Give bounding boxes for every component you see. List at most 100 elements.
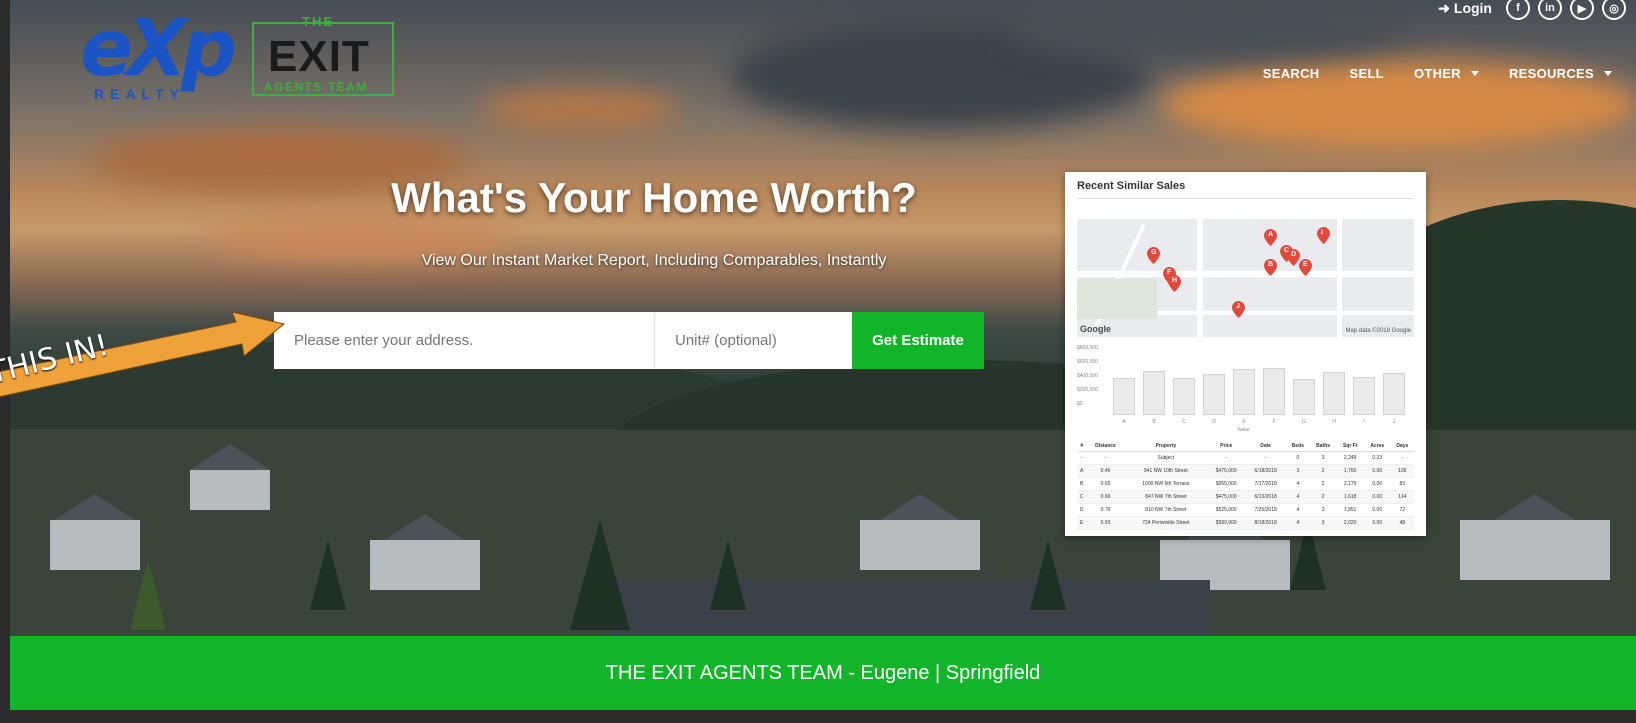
map-pin-label: E <box>1303 261 1308 268</box>
table-cell: 4 <box>1285 503 1310 517</box>
table-cell: - <box>1077 451 1087 465</box>
x-tick: F <box>1272 419 1276 425</box>
map-road <box>1337 219 1342 337</box>
exit-agents-team-logo[interactable]: THE EXIT AGENTS TEAM <box>252 14 394 96</box>
x-tick: I <box>1363 419 1365 425</box>
table-cell: 2,179 <box>1336 477 1364 491</box>
table-cell: - <box>1390 451 1414 465</box>
table-cell: 847 NW 7th Street <box>1124 490 1208 504</box>
map-road <box>1197 219 1203 337</box>
map-pin-label: C <box>1284 247 1290 254</box>
login-link[interactable]: ➜ Login <box>1438 0 1492 17</box>
table-cell: 2 <box>1309 464 1337 478</box>
table-cell: 3 <box>1309 451 1337 465</box>
x-tick: B <box>1152 419 1156 425</box>
x-tick: C <box>1182 419 1186 425</box>
nav-resources[interactable]: RESOURCES <box>1509 66 1612 81</box>
comparables-table: # Distance Property Price Date Beds Bath… <box>1077 441 1414 530</box>
chart-bar <box>1383 373 1405 415</box>
table-row: C 0.69 847 NW 7th Street $475,000 6/13/2018 4… <box>1077 490 1414 504</box>
nav-search[interactable]: SEARCH <box>1263 66 1320 81</box>
address-input[interactable] <box>274 312 654 369</box>
table-cell: 6/13/2018 <box>1245 490 1286 504</box>
house-roof <box>190 444 270 470</box>
table-cell: 0.76 <box>1086 503 1125 517</box>
col-header: Price <box>1207 441 1246 452</box>
table-cell: 810 NW 7th Street <box>1124 503 1208 517</box>
chart-bar <box>1233 369 1255 415</box>
linkedin-icon[interactable]: in <box>1538 0 1562 20</box>
exit-logo-sub: AGENTS TEAM <box>264 80 368 94</box>
nav-other[interactable]: OTHER <box>1414 66 1479 81</box>
table-row: B 0.65 1000 NW 6th Terrace $565,000 7/17/201… <box>1077 477 1414 491</box>
unit-input[interactable] <box>654 312 852 369</box>
map-pin-icon <box>1317 227 1330 244</box>
nav-resources-label: RESOURCES <box>1508 66 1594 81</box>
table-cell: 2 <box>1309 490 1337 504</box>
map-pin-label: G <box>1151 249 1157 256</box>
y-tick: $0 <box>1077 401 1083 407</box>
table-cell: - <box>1207 451 1246 465</box>
chevron-down-icon <box>1470 71 1479 76</box>
rooftops <box>610 580 1210 636</box>
table-cell: $599,900 <box>1207 516 1246 530</box>
table-cell: Subject <box>1124 451 1208 465</box>
market-report-preview: Recent Similar Sales Google Map data ©20… <box>1065 172 1426 536</box>
table-cell: 7/25/2018 <box>1245 503 1286 517</box>
instagram-icon[interactable]: ◎ <box>1602 0 1626 20</box>
table-cell: 72 <box>1390 503 1414 517</box>
tree <box>310 540 346 610</box>
table-cell: 114 <box>1390 490 1414 504</box>
map-pin-label: H <box>1172 277 1178 284</box>
table-cell: 3 <box>1309 503 1337 517</box>
col-header: Days <box>1390 441 1414 452</box>
map-pin-label: B <box>1268 261 1274 268</box>
table-cell: 4 <box>1285 516 1310 530</box>
table-row: A 0.46 941 NW 10th Street $475,000 6/18/2018… <box>1077 464 1414 478</box>
tree <box>1030 540 1066 610</box>
chart-bar <box>1113 377 1135 415</box>
footer-text: THE EXIT AGENTS TEAM - Eugene | Springfi… <box>605 661 1041 684</box>
table-cell: $475,000 <box>1207 490 1246 504</box>
col-header: Distance <box>1086 441 1125 452</box>
get-estimate-button[interactable]: Get Estimate <box>852 312 984 369</box>
map-brand: Google <box>1080 324 1111 334</box>
chart-bar <box>1173 377 1195 415</box>
nav-other-label: OTHER <box>1413 66 1461 81</box>
map-credit: Map data ©2018 Google <box>1345 328 1411 334</box>
table-cell: - <box>1245 451 1286 465</box>
col-header: Beds <box>1285 441 1310 452</box>
table-cell: 1000 NW 6th Terrace <box>1124 477 1208 491</box>
table-cell: 2 <box>1309 477 1337 491</box>
table-cell: 83 <box>1390 477 1414 491</box>
table-cell: 0.00 <box>1363 516 1391 530</box>
comparables-map: Google Map data ©2018 Google A B CDE F G H I J <box>1077 219 1414 337</box>
house-roof <box>385 514 465 540</box>
exp-realty-logo[interactable]: eXp REALTY <box>80 10 238 102</box>
house-roof <box>880 494 960 520</box>
main-nav: SEARCH SELL OTHER RESOURCES <box>1263 66 1612 81</box>
page-subtitle: View Our Instant Market Report, Includin… <box>421 252 887 269</box>
table-cell: 4 <box>1285 490 1310 504</box>
table-cell: 0.00 <box>1363 503 1391 517</box>
nav-sell-label: SELL <box>1349 66 1384 81</box>
table-cell: - <box>1086 451 1125 465</box>
x-tick: H <box>1332 419 1336 425</box>
table-cell: 0.46 <box>1086 464 1125 478</box>
nav-sell[interactable]: SELL <box>1350 66 1384 81</box>
table-cell: 7/17/2018 <box>1245 477 1286 491</box>
table-cell: D <box>1077 503 1087 517</box>
facebook-icon[interactable]: f <box>1506 0 1530 20</box>
table-cell: 1,760 <box>1336 464 1364 478</box>
col-header: Date <box>1245 441 1286 452</box>
table-row: - - Subject - -0 3 2,249 0.23- <box>1077 451 1414 465</box>
map-park <box>1077 279 1157 319</box>
table-cell: 6/18/2018 <box>1245 464 1286 478</box>
chart-bar <box>1263 368 1285 415</box>
y-tick: $400,000 <box>1077 373 1098 379</box>
table-cell: A <box>1077 464 1087 478</box>
youtube-icon[interactable]: ▶ <box>1570 0 1594 20</box>
table-header-row: # Distance Property Price Date Beds Bath… <box>1077 441 1414 452</box>
table-cell: 0 <box>1285 451 1310 465</box>
table-cell: 2,020 <box>1336 516 1364 530</box>
